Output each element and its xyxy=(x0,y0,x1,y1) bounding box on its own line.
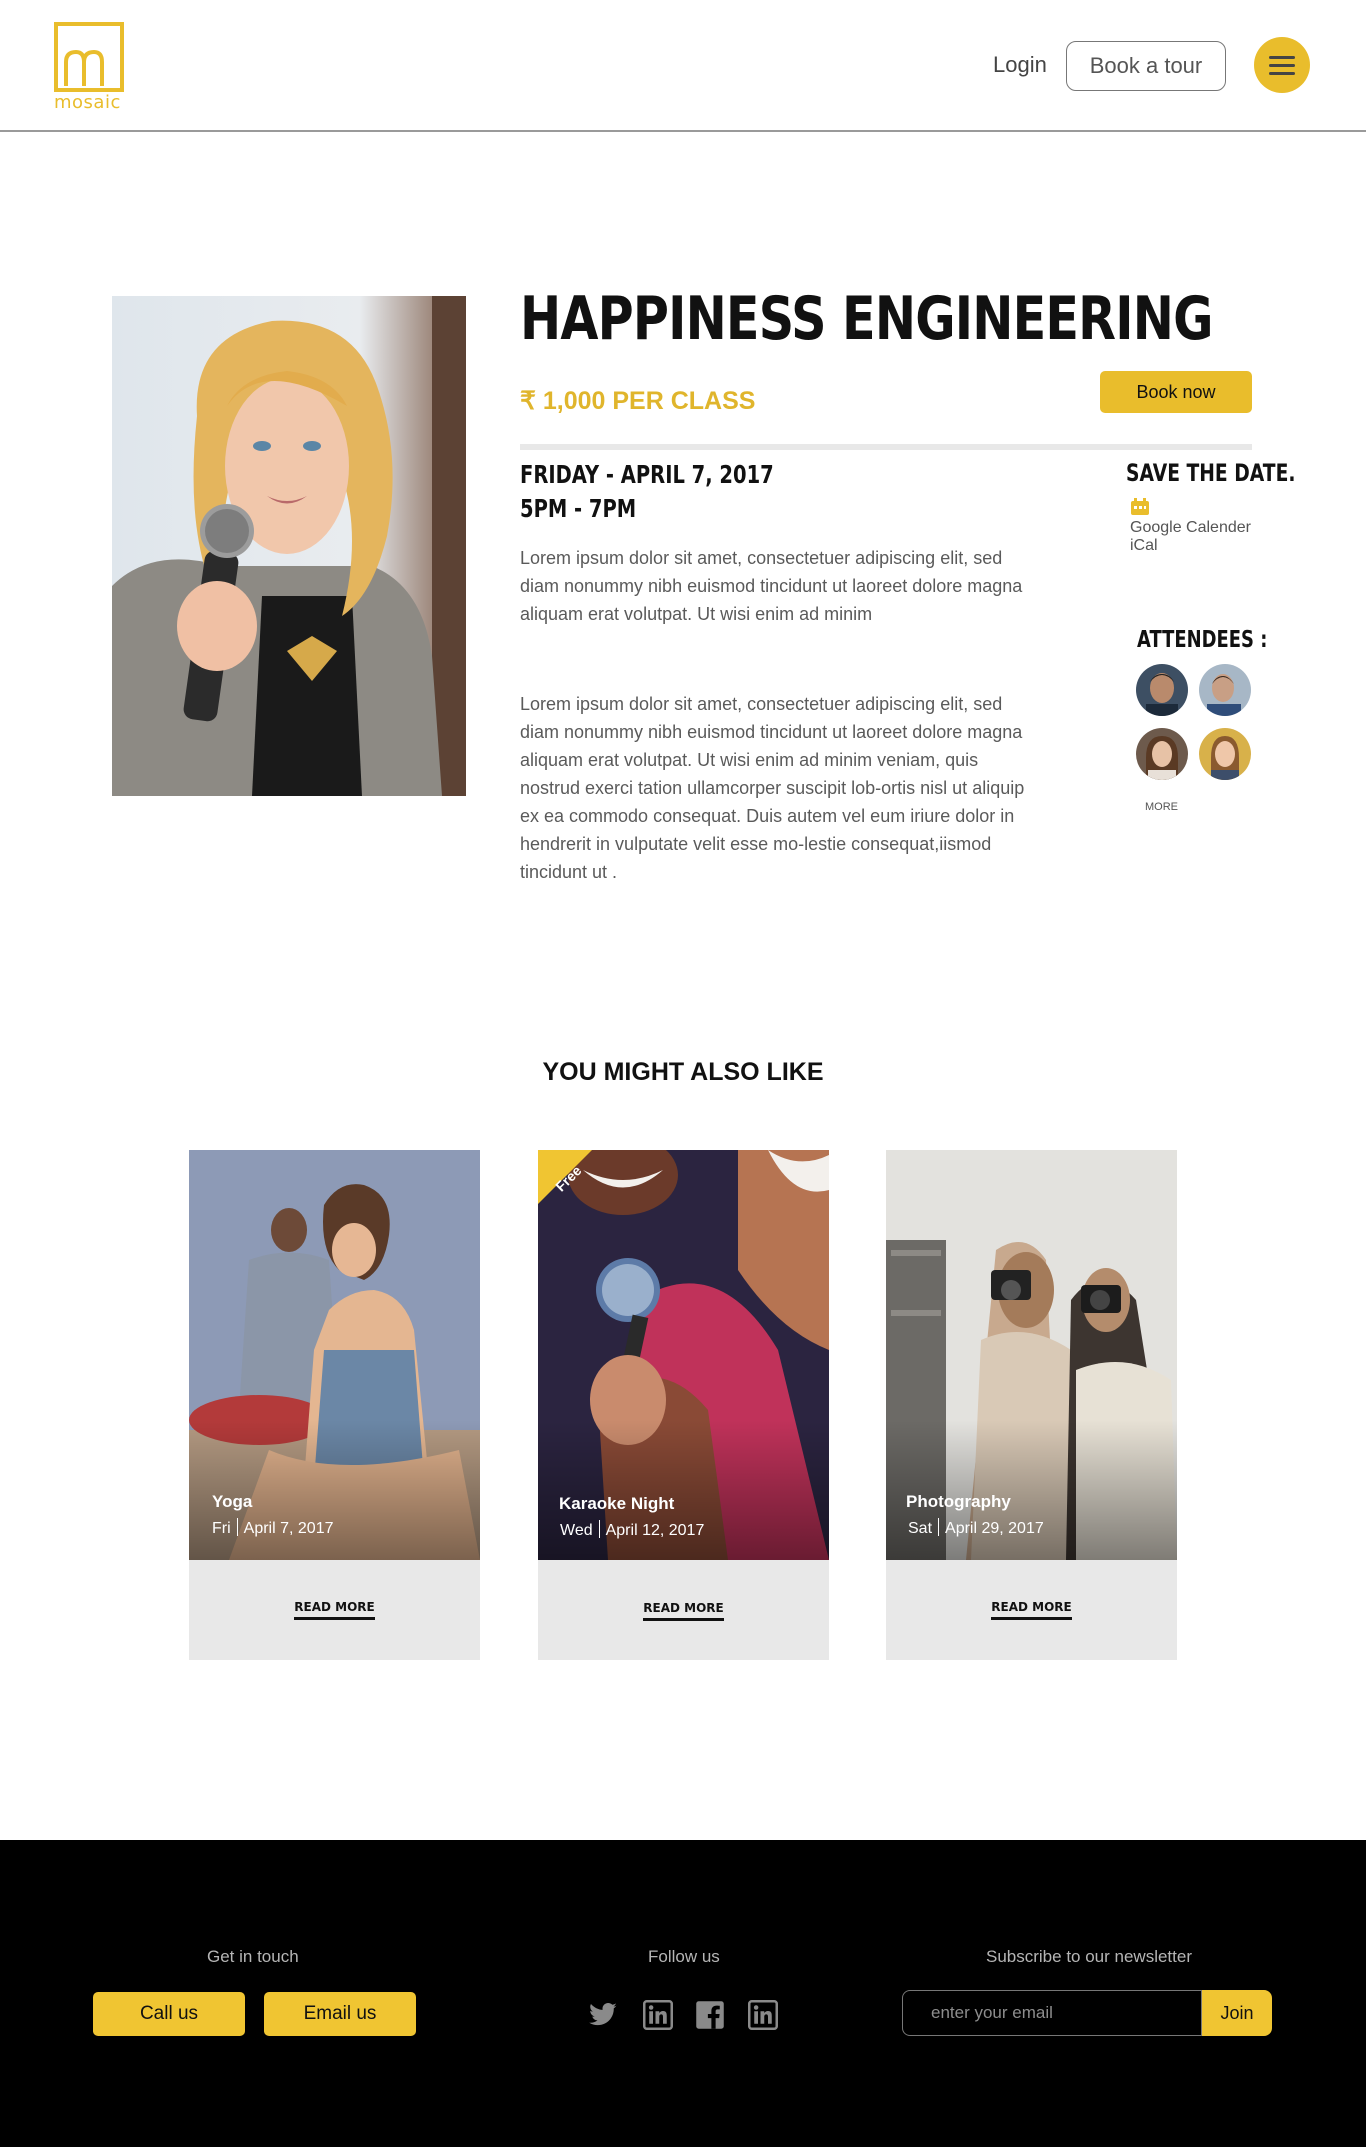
event-title: HAPPINESS ENGINEERING xyxy=(520,284,1213,354)
card-date: Fri April 7, 2017 xyxy=(212,1518,334,1537)
event-date: FRIDAY - APRIL 7, 2017 xyxy=(520,460,774,489)
book-tour-button[interactable]: Book a tour xyxy=(1066,41,1226,91)
twitter-icon[interactable] xyxy=(588,2000,618,2030)
card-title: Yoga xyxy=(212,1492,253,1511)
logo-text: mosaic xyxy=(54,92,121,113)
save-the-date-title: SAVE THE DATE. xyxy=(1126,459,1296,487)
event-price: ₹ 1,000 PER CLASS xyxy=(520,387,756,415)
event-card-photography[interactable]: Photography Sat April 29, 2017 READ MORE xyxy=(886,1150,1177,1660)
ical-link[interactable]: iCal xyxy=(1130,537,1158,555)
attendees-title: ATTENDEES : xyxy=(1137,627,1268,653)
google-calendar-link[interactable]: Google Calender xyxy=(1130,519,1251,537)
event-time: 5PM - 7PM xyxy=(520,494,637,523)
email-us-button[interactable]: Email us xyxy=(264,1992,416,2036)
site-header: mosaic Login Book a tour xyxy=(0,0,1366,132)
event-description-2: Lorem ipsum dolor sit amet, consectetuer… xyxy=(520,694,1025,882)
newsletter-email-input[interactable] xyxy=(902,1990,1202,2036)
read-more-link[interactable]: READ MORE xyxy=(294,1600,375,1620)
linkedin-icon[interactable] xyxy=(643,2000,673,2030)
event-card-karaoke[interactable]: Free Karaoke Night Wed April 12, 2017 REA… xyxy=(538,1150,829,1660)
photography-photo: Photography Sat April 29, 2017 xyxy=(886,1150,1177,1560)
hamburger-icon xyxy=(1269,56,1295,59)
logo-icon xyxy=(54,22,124,92)
read-more-link[interactable]: READ MORE xyxy=(991,1600,1072,1620)
login-link[interactable]: Login xyxy=(993,52,1047,78)
site-footer: Get in touch Call us Email us Follow us … xyxy=(0,1840,1366,2147)
yoga-photo: Yoga Fri April 7, 2017 xyxy=(189,1150,480,1560)
avatar[interactable] xyxy=(1136,664,1188,716)
calendar-icon xyxy=(1130,498,1150,516)
free-badge: Free xyxy=(538,1150,592,1204)
more-attendees-link[interactable]: MORE xyxy=(1145,801,1178,813)
karaoke-photo: Free Karaoke Night Wed April 12, 2017 xyxy=(538,1150,829,1560)
card-date: Wed April 12, 2017 xyxy=(560,1520,705,1539)
divider xyxy=(520,444,1252,450)
book-now-button[interactable]: Book now xyxy=(1100,371,1252,413)
facebook-icon[interactable] xyxy=(695,2000,725,2030)
avatar[interactable] xyxy=(1136,728,1188,780)
newsletter-heading: Subscribe to our newsletter xyxy=(986,1947,1192,1966)
card-date: Sat April 29, 2017 xyxy=(908,1518,1044,1537)
get-in-touch-heading: Get in touch xyxy=(207,1947,299,1966)
avatar[interactable] xyxy=(1199,728,1251,780)
linkedin-icon[interactable] xyxy=(748,2000,778,2030)
avatar[interactable] xyxy=(1199,664,1251,716)
also-like-title: YOU MIGHT ALSO LIKE xyxy=(542,1058,824,1086)
event-speaker-photo xyxy=(112,296,466,796)
follow-us-heading: Follow us xyxy=(648,1947,720,1966)
event-description-1: Lorem ipsum dolor sit amet, consectetuer… xyxy=(520,548,1023,624)
event-card-yoga[interactable]: Yoga Fri April 7, 2017 READ MORE xyxy=(189,1150,480,1660)
call-us-button[interactable]: Call us xyxy=(93,1992,245,2036)
menu-button[interactable] xyxy=(1254,37,1310,93)
read-more-link[interactable]: READ MORE xyxy=(643,1601,724,1621)
join-button[interactable]: Join xyxy=(1202,1990,1272,2036)
mosaic-logo[interactable]: mosaic xyxy=(54,22,128,113)
card-title: Karaoke Night xyxy=(559,1494,675,1513)
card-title: Photography xyxy=(906,1492,1011,1511)
